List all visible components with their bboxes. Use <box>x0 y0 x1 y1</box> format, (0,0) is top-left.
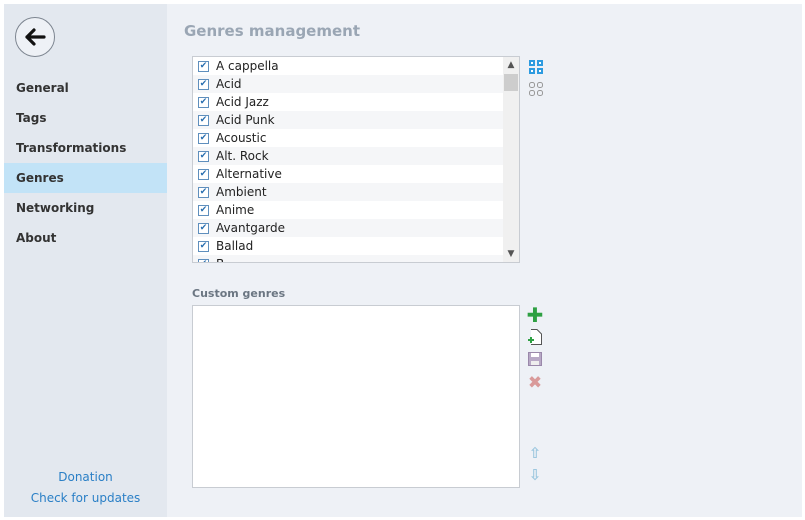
nav-genres[interactable]: Genres <box>4 163 167 193</box>
genre-label: Acid Jazz <box>216 95 269 109</box>
genre-label: Acid <box>216 77 242 91</box>
page-title: Genres management <box>184 22 361 40</box>
genre-label: B... <box>216 257 236 262</box>
genre-item[interactable]: ✔ Acid Jazz <box>193 93 519 111</box>
genre-item[interactable]: ✔ Ballad <box>193 237 519 255</box>
deselect-all-icon[interactable] <box>528 81 544 97</box>
nav-general[interactable]: General <box>4 73 167 103</box>
scrollbar[interactable]: ▲ ▼ <box>503 57 519 262</box>
nav-transformations[interactable]: Transformations <box>4 133 167 163</box>
move-down-icon[interactable]: ⇩ <box>527 467 543 483</box>
checkbox[interactable]: ✔ <box>198 222 209 234</box>
scroll-up-button[interactable]: ▲ <box>503 57 519 73</box>
save-icon[interactable] <box>527 351 543 367</box>
genre-item[interactable]: ✔ Avantgarde <box>193 219 519 237</box>
checkbox[interactable]: ✔ <box>198 78 209 90</box>
select-all-icon[interactable] <box>528 59 544 75</box>
genre-item[interactable]: ✔ Acoustic <box>193 129 519 147</box>
checkbox[interactable]: ✔ <box>198 258 209 262</box>
move-up-icon[interactable]: ⇧ <box>527 445 543 461</box>
back-button[interactable] <box>15 17 55 57</box>
settings-window: General Tags Transformations Genres Netw… <box>4 4 802 517</box>
nav-about[interactable]: About <box>4 223 167 253</box>
custom-genres-list[interactable] <box>192 305 520 488</box>
genre-item[interactable]: ✔ A cappella <box>193 57 519 75</box>
donation-link[interactable]: Donation <box>4 470 167 484</box>
genre-item[interactable]: ✔ Alternative <box>193 165 519 183</box>
checkbox[interactable]: ✔ <box>198 150 209 162</box>
checkbox[interactable]: ✔ <box>198 132 209 144</box>
nav-tags[interactable]: Tags <box>4 103 167 133</box>
checkbox[interactable]: ✔ <box>198 186 209 198</box>
genre-item[interactable]: ✔ Acid Punk <box>193 111 519 129</box>
scroll-thumb[interactable] <box>504 74 518 91</box>
custom-genres-label: Custom genres <box>192 287 286 300</box>
genre-label: Anime <box>216 203 255 217</box>
genre-label: Acid Punk <box>216 113 275 127</box>
genre-label: A cappella <box>216 59 279 73</box>
add-icon[interactable]: ✚ <box>527 305 544 325</box>
genre-item[interactable]: ✔ Anime <box>193 201 519 219</box>
scroll-down-button[interactable]: ▼ <box>503 246 519 262</box>
arrow-left-icon <box>25 28 46 46</box>
genre-label: Ambient <box>216 185 267 199</box>
genre-item[interactable]: ✔ Ambient <box>193 183 519 201</box>
genre-item[interactable]: ✔ Acid <box>193 75 519 93</box>
checkbox[interactable]: ✔ <box>198 96 209 108</box>
new-file-icon[interactable] <box>527 329 543 345</box>
nav-networking[interactable]: Networking <box>4 193 167 223</box>
genre-label: Acoustic <box>216 131 267 145</box>
checkbox[interactable]: ✔ <box>198 240 209 252</box>
sidebar: General Tags Transformations Genres Netw… <box>4 4 167 517</box>
genre-label: Ballad <box>216 239 254 253</box>
checkbox[interactable]: ✔ <box>198 204 209 216</box>
checkbox[interactable]: ✔ <box>198 60 209 72</box>
delete-icon[interactable]: ✖ <box>527 374 543 391</box>
checkbox[interactable]: ✔ <box>198 114 209 126</box>
genre-item[interactable]: ✔ Alt. Rock <box>193 147 519 165</box>
check-updates-link[interactable]: Check for updates <box>4 491 167 505</box>
genre-label: Avantgarde <box>216 221 285 235</box>
checkbox[interactable]: ✔ <box>198 168 209 180</box>
genre-item[interactable]: ✔ B... <box>193 255 519 262</box>
genres-list: ✔ A cappella ✔ Acid ✔ Acid Jazz ✔ Acid Punk ✔ Aco… <box>192 56 520 263</box>
genre-label: Alt. Rock <box>216 149 269 163</box>
genre-label: Alternative <box>216 167 282 181</box>
